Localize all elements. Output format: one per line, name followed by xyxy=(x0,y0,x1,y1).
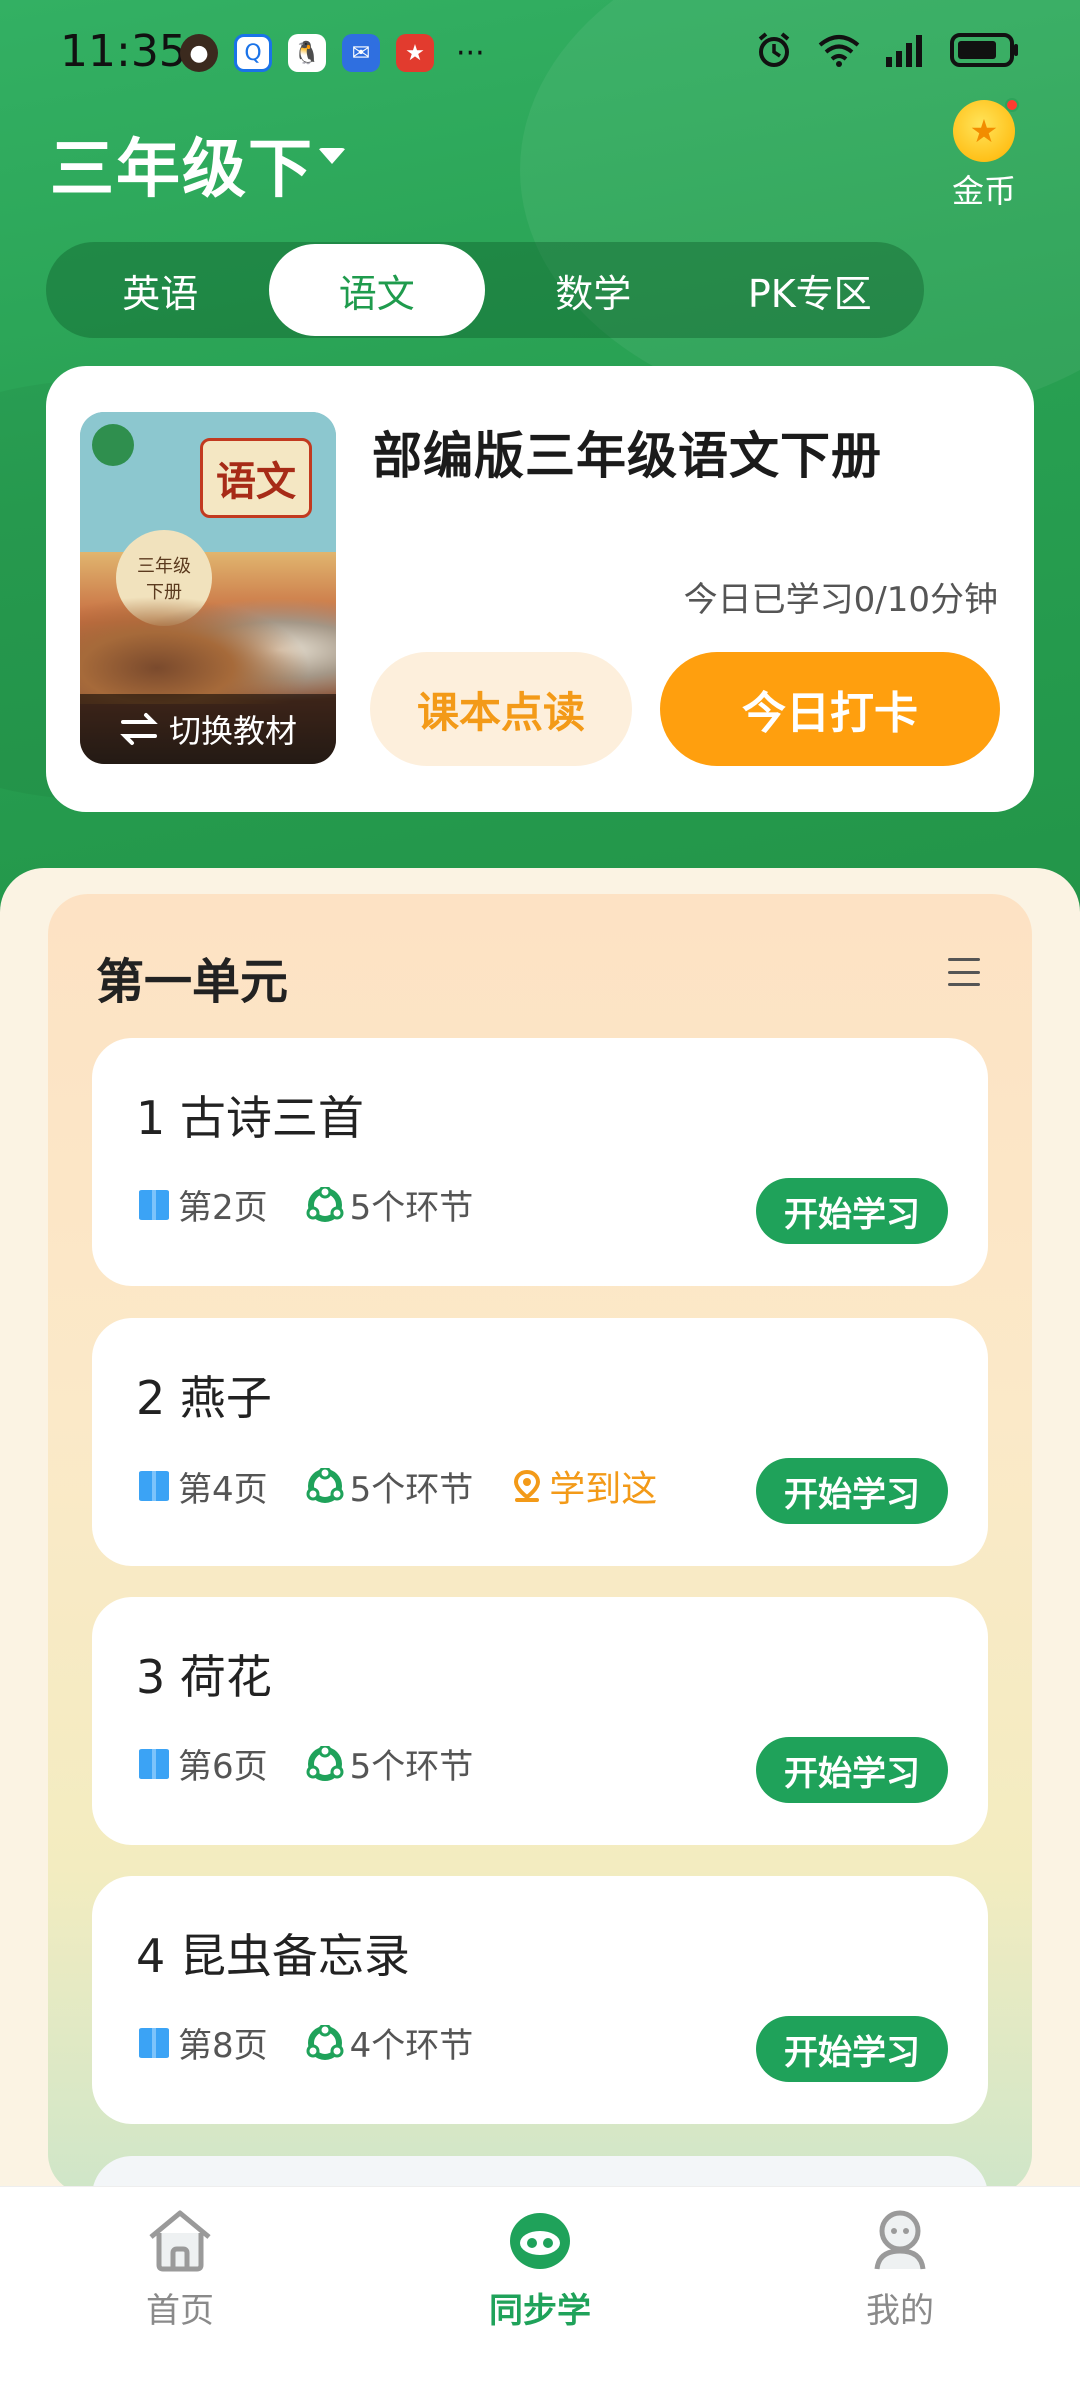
lesson-page: 第4页 xyxy=(178,1469,268,1510)
lesson-steps: 5个环节 xyxy=(349,1747,474,1787)
unit-title: 第一单元 xyxy=(96,954,289,1010)
mail-icon: ✉ xyxy=(342,34,380,72)
textbook-card: 语文 三年级 下册 切换教材 部编版三年级语文下册 今日已学习0/10分钟 课本… xyxy=(46,366,1034,812)
switch-textbook-button[interactable]: 切换教材 xyxy=(80,694,336,764)
cover-grade: 三年级 xyxy=(137,556,191,577)
daily-checkin-button[interactable]: 今日打卡 xyxy=(660,652,1000,766)
book-icon xyxy=(139,2027,169,2058)
subject-tabs: 英语 语文 数学 PK专区 xyxy=(46,242,924,338)
bottom-navigation: 首页 同步学 我的 xyxy=(0,2186,1080,2387)
lesson-title: 1 古诗三首 xyxy=(136,1091,364,1145)
lesson-card[interactable]: 2 燕子 第4页 5个环节 学到这 开始学习 xyxy=(92,1318,988,1566)
textbook-read-button[interactable]: 课本点读 xyxy=(370,652,632,766)
tab-math[interactable]: 数学 xyxy=(485,244,702,336)
app-notification-icon: ● xyxy=(180,34,218,72)
chevron-down-icon[interactable] xyxy=(318,148,346,164)
coins-label: 金币 xyxy=(951,172,1016,210)
lesson-card[interactable]: 4 昆虫备忘录 第8页 4个环节 开始学习 xyxy=(92,1876,988,2124)
lesson-title: 4 昆虫备忘录 xyxy=(136,1929,410,1983)
progress-marker: 学到这 xyxy=(549,1469,658,1510)
nav-profile-label: 我的 xyxy=(866,2291,934,2331)
lesson-page: 第6页 xyxy=(178,1747,268,1787)
lesson-steps: 5个环节 xyxy=(349,1188,474,1228)
start-learning-button[interactable]: 开始学习 xyxy=(756,1737,948,1803)
lesson-meta: 第4页 5个环节 学到这 xyxy=(136,1460,657,1512)
lesson-title: 3 荷花 xyxy=(136,1650,272,1704)
alarm-icon xyxy=(754,30,794,70)
menu-icon[interactable] xyxy=(948,958,980,986)
cover-subject: 语文 xyxy=(200,438,312,518)
lesson-page: 第8页 xyxy=(178,2026,268,2066)
tab-pk-zone[interactable]: PK专区 xyxy=(702,244,919,336)
app-notification-icon: ★ xyxy=(396,34,434,72)
lesson-card[interactable]: 1 古诗三首 第2页 5个环节 开始学习 xyxy=(92,1038,988,1286)
sync-learn-icon xyxy=(510,2213,570,2269)
app-notification-icon: Q xyxy=(234,34,272,72)
lesson-page: 第2页 xyxy=(178,1188,268,1228)
start-learning-button[interactable]: 开始学习 xyxy=(756,1458,948,1524)
nav-sync-learn[interactable]: 同步学 xyxy=(440,2207,640,2332)
textbook-cover[interactable]: 语文 三年级 下册 切换教材 xyxy=(80,412,336,764)
switch-textbook-label: 切换教材 xyxy=(168,712,297,750)
status-time: 11:35 xyxy=(60,26,187,77)
lesson-title: 2 燕子 xyxy=(136,1371,272,1425)
nav-profile[interactable]: 我的 xyxy=(800,2207,1000,2332)
lesson-meta: 第6页 5个环节 xyxy=(136,1739,473,1788)
lesson-card[interactable]: 3 荷花 第6页 5个环节 开始学习 xyxy=(92,1597,988,1845)
start-learning-button[interactable]: 开始学习 xyxy=(756,2016,948,2082)
start-learning-button[interactable]: 开始学习 xyxy=(756,1178,948,1244)
coins-button[interactable]: ★ 金币 xyxy=(944,98,1024,212)
status-indicators xyxy=(754,30,1020,70)
publisher-logo-icon xyxy=(92,424,134,466)
textbook-title: 部编版三年级语文下册 xyxy=(372,427,882,485)
lesson-meta: 第2页 5个环节 xyxy=(136,1180,473,1229)
nav-home-label: 首页 xyxy=(146,2291,214,2331)
lesson-steps: 4个环节 xyxy=(349,2026,474,2066)
more-notifications-icon: ··· xyxy=(456,35,485,71)
grade-selector[interactable]: 三年级下 xyxy=(50,118,314,210)
nav-home[interactable]: 首页 xyxy=(80,2207,280,2332)
book-icon xyxy=(139,1471,169,1501)
home-icon xyxy=(149,2210,211,2272)
study-time: 今日已学习0/10分钟 xyxy=(683,580,998,620)
location-pin-icon xyxy=(514,1469,541,1502)
nav-sync-learn-label: 同步学 xyxy=(489,2291,591,2331)
lesson-steps: 5个环节 xyxy=(349,1469,474,1510)
cover-illustration xyxy=(80,584,336,704)
steps-icon xyxy=(306,1468,344,1503)
lesson-meta: 第8页 4个环节 xyxy=(136,2018,473,2067)
wifi-icon xyxy=(816,31,862,69)
status-app-icons: ● Q 🐧 ✉ ★ ··· xyxy=(180,34,485,72)
qq-icon: 🐧 xyxy=(288,34,326,72)
tab-chinese[interactable]: 语文 xyxy=(268,244,485,336)
swap-icon xyxy=(120,713,158,745)
status-bar: 11:35 ● Q 🐧 ✉ ★ ··· xyxy=(0,0,1080,110)
profile-icon xyxy=(874,2210,926,2270)
steps-icon xyxy=(306,1745,344,1781)
coin-icon: ★ xyxy=(953,98,1019,162)
steps-icon xyxy=(306,2024,344,2060)
steps-icon xyxy=(306,1186,344,1222)
battery-icon xyxy=(950,32,1020,68)
tab-english[interactable]: 英语 xyxy=(52,244,269,336)
book-icon xyxy=(139,1189,169,1220)
notification-dot xyxy=(1005,98,1019,112)
signal-icon xyxy=(884,33,928,67)
book-icon xyxy=(139,1748,169,1779)
